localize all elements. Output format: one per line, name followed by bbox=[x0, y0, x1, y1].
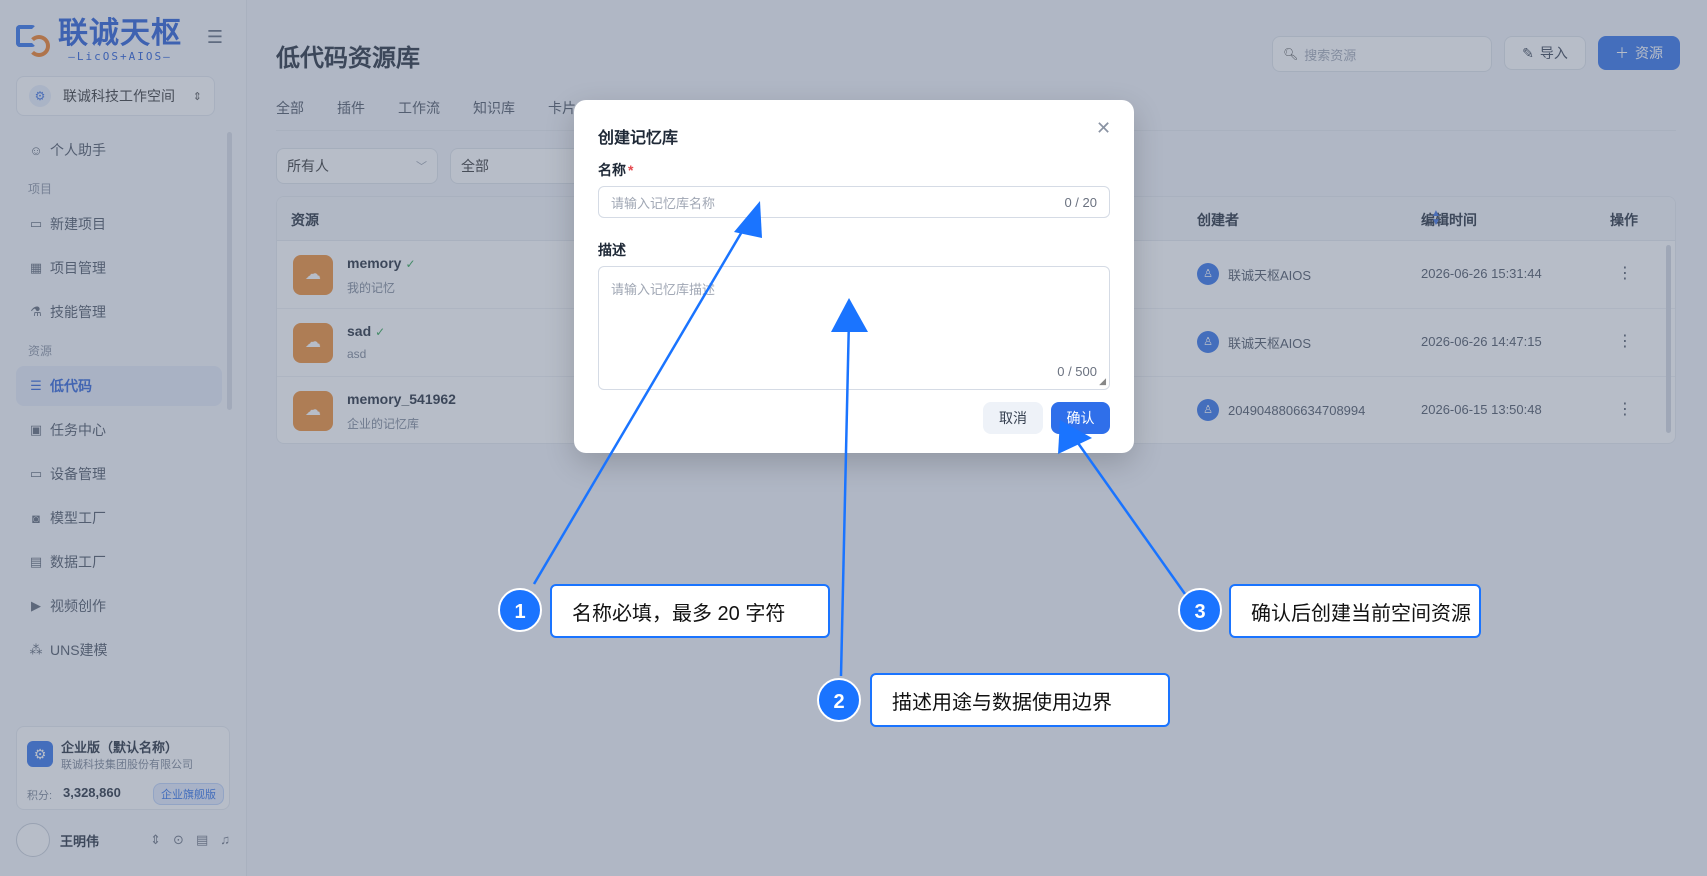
name-label: 名称 * bbox=[598, 162, 634, 178]
resize-handle-icon[interactable]: ◢ bbox=[1099, 376, 1106, 387]
desc-placeholder: 请输入记忆库描述 bbox=[611, 282, 716, 297]
desc-char-count: 0 / 500 bbox=[1057, 364, 1097, 379]
name-char-count: 0 / 20 bbox=[1064, 194, 1097, 210]
required-mark: * bbox=[628, 162, 634, 178]
confirm-button[interactable]: 确认 bbox=[1051, 402, 1110, 434]
app-root: 联诚天枢 —LicOS+AIOS— ☰ ⚙ 联诚科技工作空间 ⇕ ☺ 个人助手 项… bbox=[0, 0, 1707, 876]
annotation-badge-2: 2 bbox=[817, 678, 861, 722]
annotation-callout-1: 名称必填，最多 20 字符 bbox=[550, 584, 830, 638]
create-memory-modal: 创建记忆库 ✕ 名称 * 请输入记忆库名称 0 / 20 描述 请输入记忆库描述 … bbox=[574, 100, 1134, 453]
annotation-badge-1: 1 bbox=[498, 588, 542, 632]
name-input[interactable]: 请输入记忆库名称 0 / 20 bbox=[598, 186, 1110, 218]
desc-label: 描述 bbox=[598, 242, 626, 258]
close-icon[interactable]: ✕ bbox=[1096, 118, 1111, 139]
annotation-callout-2: 描述用途与数据使用边界 bbox=[870, 673, 1170, 727]
annotation-callout-3: 确认后创建当前空间资源 bbox=[1229, 584, 1481, 638]
cancel-button[interactable]: 取消 bbox=[983, 402, 1043, 434]
desc-textarea[interactable]: 请输入记忆库描述 0 / 500 ◢ bbox=[598, 266, 1110, 390]
modal-title: 创建记忆库 bbox=[598, 130, 679, 147]
name-placeholder: 请输入记忆库名称 bbox=[611, 195, 716, 211]
annotation-badge-3: 3 bbox=[1178, 588, 1222, 632]
